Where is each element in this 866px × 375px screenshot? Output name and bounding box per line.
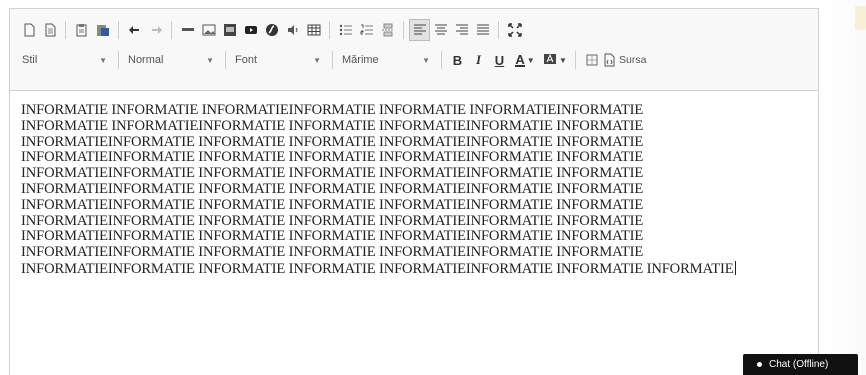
side-widget-edge (855, 6, 866, 30)
size-dropdown-label: Mărime (342, 54, 379, 66)
toolbar-separator (329, 21, 330, 39)
font-dropdown[interactable]: Font ▼ (231, 49, 327, 71)
maximize-icon[interactable] (504, 19, 525, 41)
content-line: INFORMATIEINFORMATIE INFORMATIE INFORMAT… (21, 212, 644, 229)
chat-label: Chat (Offline) (769, 359, 829, 370)
toolbar-separator (332, 51, 333, 69)
toolbar-separator (225, 51, 226, 69)
content-line-text: INFORMATIEINFORMATIE INFORMATIE INFORMAT… (21, 260, 734, 277)
text-caret (734, 260, 736, 275)
toolbar-row-1 (18, 15, 812, 45)
content-line: INFORMATIEINFORMATIE INFORMATIE INFORMAT… (21, 165, 644, 182)
source-icon (604, 53, 615, 67)
horizontal-line-icon[interactable] (177, 19, 198, 41)
content-line: INFORMATIE INFORMATIE INFORMATIEINFORMAT… (21, 102, 644, 118)
styles-dropdown-label: Stil (22, 54, 38, 66)
status-dot-icon (757, 362, 762, 367)
content-line: INFORMATIEINFORMATIE INFORMATIE INFORMAT… (21, 149, 644, 166)
redo-icon[interactable] (145, 19, 166, 41)
content-line-last: INFORMATIEINFORMATIE INFORMATIE INFORMAT… (21, 260, 808, 278)
content-line: INFORMATIEINFORMATIE INFORMATIE INFORMAT… (21, 133, 644, 150)
youtube-icon[interactable] (240, 19, 261, 41)
new-page-icon[interactable] (18, 19, 39, 41)
font-dropdown-label: Font (235, 54, 258, 66)
content-line: INFORMATIE INFORMATIEINFORMATIE INFORMAT… (21, 117, 644, 134)
show-blocks-icon[interactable] (581, 49, 602, 71)
image-icon[interactable] (198, 19, 219, 41)
underline-button[interactable]: U (489, 49, 510, 71)
preview-icon[interactable] (39, 19, 60, 41)
undo-icon[interactable] (124, 19, 145, 41)
chevron-down-icon: ▼ (206, 55, 214, 65)
source-label: Sursa (619, 54, 647, 66)
toolbar-separator (171, 21, 172, 39)
format-dropdown[interactable]: Normal ▼ (124, 49, 220, 71)
content-line: INFORMATIEINFORMATIE INFORMATIE INFORMAT… (21, 196, 644, 213)
align-left-icon[interactable] (409, 19, 430, 41)
text-color-button[interactable]: A ▼ (510, 49, 540, 71)
text-color-label: A (515, 51, 525, 67)
italic-button[interactable]: I (468, 49, 489, 71)
toolbar-row-2: Stil ▼ Normal ▼ Font ▼ Mărime ▼ B I U A ▼ ▼ S… (18, 45, 812, 75)
toolbar-separator (403, 21, 404, 39)
paste-text-icon[interactable] (71, 19, 92, 41)
size-dropdown[interactable]: Mărime ▼ (338, 49, 436, 71)
toolbar-separator (118, 21, 119, 39)
format-dropdown-label: Normal (128, 54, 164, 66)
page-break-icon[interactable] (377, 19, 398, 41)
align-right-icon[interactable] (451, 19, 472, 41)
bold-button[interactable]: B (447, 49, 468, 71)
chevron-down-icon: ▼ (99, 55, 107, 65)
chevron-down-icon: ▼ (422, 55, 430, 65)
flash-icon[interactable] (261, 19, 282, 41)
content-line: INFORMATIEINFORMATIE INFORMATIE INFORMAT… (21, 228, 644, 245)
bulleted-list-icon[interactable] (335, 19, 356, 41)
paste-from-word-icon[interactable] (92, 19, 113, 41)
toolbar-separator (575, 51, 576, 69)
toolbar-separator (118, 51, 119, 69)
styles-dropdown[interactable]: Stil ▼ (18, 49, 113, 71)
chevron-down-icon: ▼ (559, 55, 567, 65)
chat-offline-button[interactable]: Chat (Offline) (743, 354, 858, 375)
chevron-down-icon: ▼ (313, 55, 321, 65)
editor-toolbar: Stil ▼ Normal ▼ Font ▼ Mărime ▼ B I U A ▼ ▼ S… (10, 9, 818, 91)
editor-content[interactable]: INFORMATIE INFORMATIE INFORMATIEINFORMAT… (10, 102, 818, 278)
toolbar-separator (498, 21, 499, 39)
align-center-icon[interactable] (430, 19, 451, 41)
background-color-button[interactable]: ▼ (540, 49, 570, 71)
content-line: INFORMATIEINFORMATIE INFORMATIE INFORMAT… (21, 180, 644, 197)
source-button[interactable]: Sursa (602, 49, 652, 71)
content-line: INFORMATIEINFORMATIE INFORMATIE INFORMAT… (21, 244, 644, 261)
justify-icon[interactable] (472, 19, 493, 41)
audio-icon[interactable] (282, 19, 303, 41)
chevron-down-icon: ▼ (526, 55, 535, 65)
numbered-list-icon[interactable] (356, 19, 377, 41)
page-right-area (826, 0, 866, 375)
table-icon[interactable] (303, 19, 324, 41)
toolbar-separator (441, 51, 442, 69)
highlight-icon (544, 53, 557, 64)
media-embed-icon[interactable] (219, 19, 240, 41)
rich-text-editor: Stil ▼ Normal ▼ Font ▼ Mărime ▼ B I U A ▼ ▼ S… (9, 8, 819, 375)
toolbar-separator (65, 21, 66, 39)
